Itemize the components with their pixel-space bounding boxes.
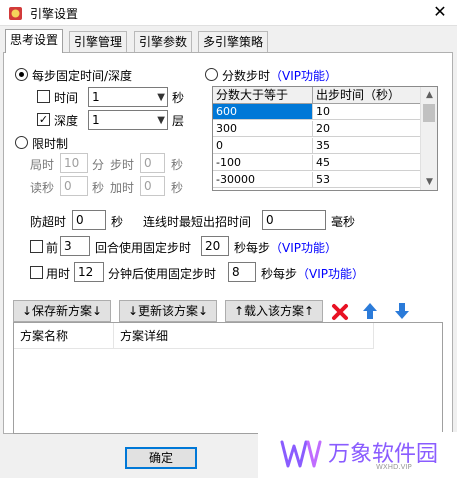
vip-tag: （VIP功能） [297, 267, 365, 281]
grid-scrollbar[interactable]: ▲ ▼ [420, 87, 437, 190]
byoyomi-input[interactable]: 0 [60, 176, 88, 196]
grid-cell-time[interactable]: 20 [313, 121, 421, 137]
save-new-plan-button[interactable]: ↓保存新方案↓ [13, 300, 111, 322]
limit-label: 限时制 [32, 137, 69, 151]
after-minutes-suffix: 秒每步（VIP功能） [261, 267, 365, 281]
score-time-grid[interactable]: 分数大于等于 出步时间（秒） 600 10 300 20 0 35 -100 4… [212, 86, 438, 191]
byoyomi-unit: 秒 [92, 181, 105, 195]
tab-thinking-settings[interactable]: 思考设置 [5, 29, 64, 53]
scroll-down-icon[interactable]: ▼ [421, 174, 437, 190]
timeout-input[interactable]: 0 [72, 210, 106, 230]
timeout-label: 防超时 [30, 215, 67, 229]
time-select[interactable]: 1 ▼ [88, 87, 168, 107]
app-icon [9, 7, 22, 20]
time-checkbox[interactable] [37, 90, 50, 103]
first-rounds-input[interactable]: 3 [60, 236, 90, 256]
chevron-down-icon: ▼ [157, 115, 165, 126]
tab-engine-params[interactable]: 引擎参数 [134, 31, 193, 52]
depth-unit: 层 [172, 114, 185, 128]
grid-cell-score[interactable]: 300 [213, 121, 313, 137]
game-time-input[interactable]: 10 [60, 153, 88, 173]
connect-time-unit: 毫秒 [331, 215, 356, 229]
vip-tag: （VIP功能） [270, 241, 338, 255]
connect-time-input[interactable]: 0 [262, 210, 326, 230]
after-minutes-checkbox[interactable] [30, 266, 43, 279]
grid-cell-time[interactable]: 35 [313, 138, 421, 154]
move-up-icon[interactable] [362, 302, 378, 320]
grid-cell-score[interactable]: -100 [213, 155, 313, 171]
scroll-thumb[interactable] [423, 104, 435, 122]
load-plan-button[interactable]: ↑载入该方案↑ [225, 300, 323, 322]
tab-multi-engine-strategy[interactable]: 多引擎策略 [198, 31, 269, 52]
update-plan-button[interactable]: ↓更新该方案↓ [119, 300, 217, 322]
scroll-up-icon[interactable]: ▲ [421, 87, 437, 103]
plan-name-header[interactable]: 方案名称 [14, 323, 114, 349]
chevron-down-icon: ▼ [157, 92, 165, 103]
first-rounds-middle: 回合使用固定步时 [95, 241, 192, 255]
timeout-unit: 秒 [111, 215, 124, 229]
first-rounds-step-input[interactable]: 20 [201, 236, 229, 256]
watermark: 万象软件园 WXHD.VIP [258, 432, 457, 478]
after-minutes-step-input[interactable]: 8 [228, 262, 256, 282]
first-rounds-checkbox[interactable] [30, 240, 43, 253]
depth-checkbox[interactable]: ✓ [37, 113, 50, 126]
plan-detail-header[interactable]: 方案详细 [114, 323, 374, 349]
increment-label: 加时 [110, 181, 135, 195]
first-rounds-prefix: 前 [46, 241, 59, 255]
window-title: 引擎设置 [30, 7, 79, 21]
ok-button[interactable]: 确定 [125, 447, 197, 469]
grid-cell-score[interactable]: -30000 [213, 172, 313, 188]
score-step-label: 分数步时（VIP功能） [222, 69, 338, 83]
connect-time-label: 连线时最短出招时间 [143, 215, 252, 229]
grid-header-time[interactable]: 出步时间（秒） [313, 87, 421, 104]
increment-unit: 秒 [171, 181, 184, 195]
vip-tag: （VIP功能） [270, 69, 338, 83]
step-time-label: 步时 [110, 158, 135, 172]
grid-cell-score[interactable]: 0 [213, 138, 313, 154]
grid-cell-time[interactable]: 10 [313, 104, 421, 120]
limit-radio[interactable] [15, 136, 28, 149]
time-unit: 秒 [172, 91, 185, 105]
tab-engine-management[interactable]: 引擎管理 [69, 31, 128, 52]
score-step-radio[interactable] [205, 68, 218, 81]
close-button[interactable]: ✕ [428, 2, 452, 22]
depth-label: 深度 [54, 114, 79, 128]
grid-cell-score[interactable]: 600 [213, 104, 313, 120]
game-time-unit: 分 [92, 158, 105, 172]
after-minutes-middle: 分钟后使用固定步时 [108, 267, 217, 281]
move-down-icon[interactable] [394, 302, 410, 320]
fixed-step-radio[interactable] [15, 68, 28, 81]
step-time-unit: 秒 [171, 158, 184, 172]
after-minutes-input[interactable]: 12 [74, 262, 104, 282]
after-minutes-prefix: 用时 [46, 267, 71, 281]
depth-select[interactable]: 1 ▼ [88, 110, 168, 130]
watermark-url: WXHD.VIP [376, 463, 412, 471]
time-label: 时间 [54, 91, 79, 105]
plan-list[interactable]: 方案名称 方案详细 [13, 322, 443, 434]
grid-header-score[interactable]: 分数大于等于 [213, 87, 313, 104]
increment-input[interactable]: 0 [140, 176, 165, 196]
fixed-step-label: 每步固定时间/深度 [32, 69, 133, 83]
byoyomi-label: 读秒 [30, 181, 55, 195]
first-rounds-suffix: 秒每步（VIP功能） [234, 241, 338, 255]
watermark-logo-icon [280, 440, 322, 468]
grid-cell-time[interactable]: 53 [313, 172, 421, 188]
game-time-label: 局时 [30, 158, 55, 172]
grid-cell-time[interactable]: 45 [313, 155, 421, 171]
delete-icon[interactable] [331, 303, 349, 321]
step-time-input[interactable]: 0 [140, 153, 165, 173]
